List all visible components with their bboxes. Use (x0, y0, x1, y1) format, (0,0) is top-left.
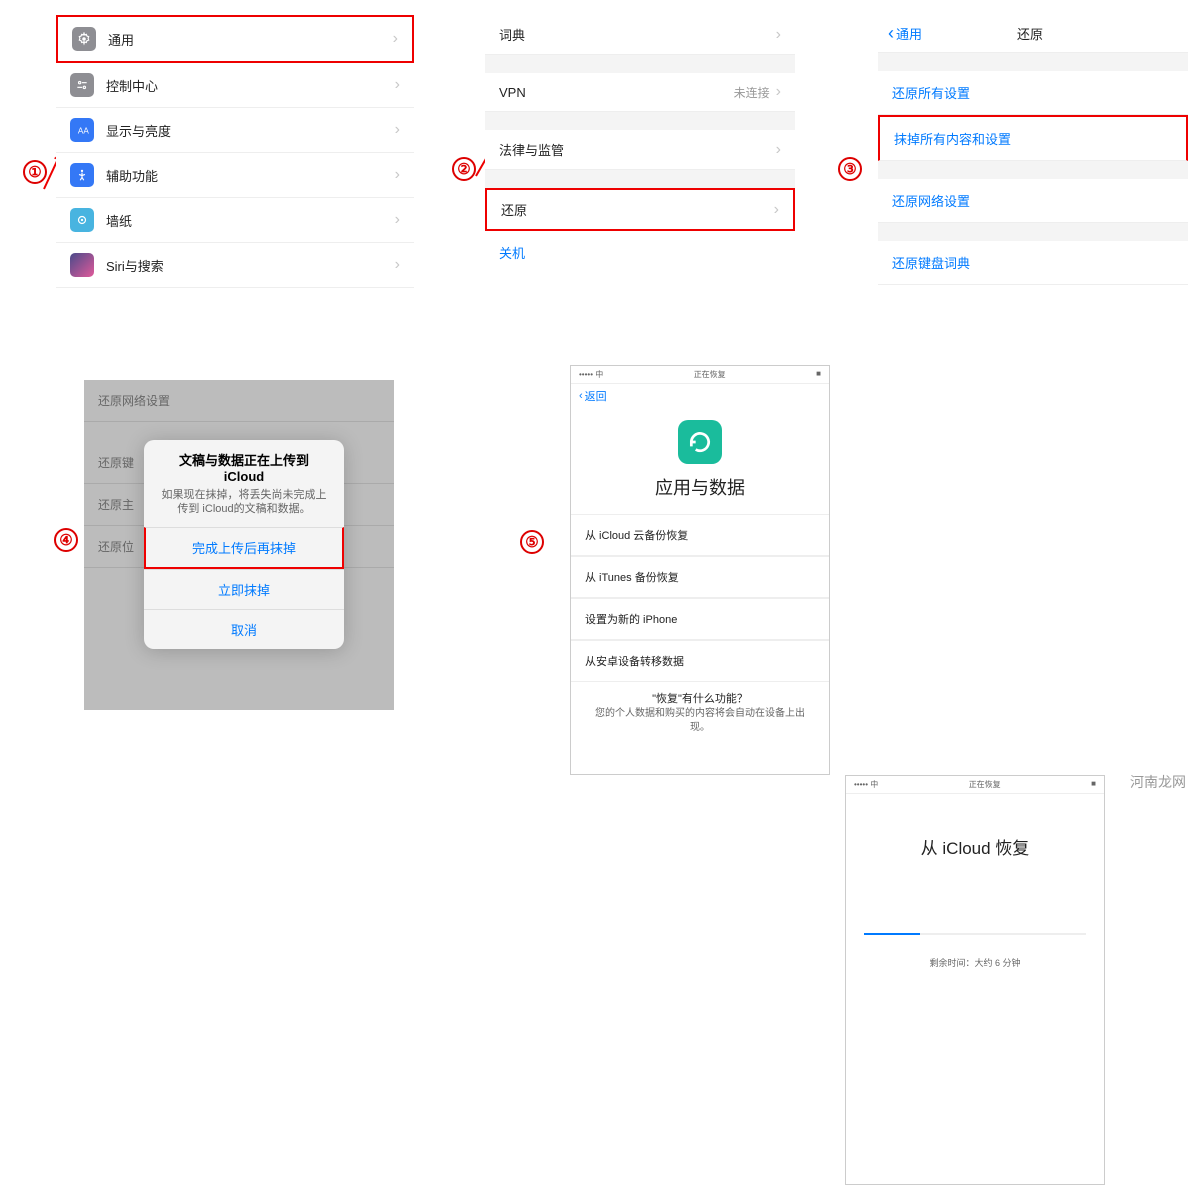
dialog-panel-4: 还原网络设置 还原键 还原主 还原位 文稿与数据正在上传到 iCloud 如果现… (84, 380, 394, 710)
siri-icon (70, 253, 94, 277)
carrier-label: ••••• 中 (854, 779, 878, 790)
erase-all-content[interactable]: 抹掉所有内容和设置 (878, 115, 1188, 161)
brightness-icon: AA (70, 118, 94, 142)
switches-icon (70, 73, 94, 97)
gear-icon (72, 27, 96, 51)
status-bar: ••••• 中 正在恢复 ■ (846, 776, 1104, 794)
settings-panel-2: 词典 › VPN 未连接 › 法律与监管 › 还原 › 关机 (485, 15, 795, 274)
row-label: 显示与亮度 (106, 121, 395, 140)
restore-itunes-option[interactable]: 从 iTunes 备份恢复 (571, 556, 829, 598)
erase-now-button[interactable]: 立即抹掉 (144, 569, 344, 609)
carrier-label: ••••• 中 (579, 369, 603, 380)
battery-icon: ■ (816, 369, 821, 380)
battery-icon: ■ (1091, 779, 1096, 790)
back-button[interactable]: ‹ 返回 (571, 384, 829, 408)
row-label: 控制中心 (106, 76, 395, 95)
wallpaper-icon (70, 208, 94, 232)
bg-row: 还原网络设置 (84, 380, 394, 422)
nav-title: 还原 (882, 24, 1178, 43)
step-badge-4: ④ (54, 528, 78, 552)
chevron-right-icon: › (395, 76, 400, 94)
settings-panel-3: ‹ 通用 还原 还原所有设置 抹掉所有内容和设置 还原网络设置 还原键盘词典 (878, 15, 1188, 285)
chevron-right-icon: › (776, 83, 781, 101)
dialog-body: 如果现在抹掉，将丢失尚未完成上传到 iCloud的文稿和数据。 (144, 486, 344, 527)
chevron-right-icon: › (776, 141, 781, 159)
row-siri[interactable]: Siri与搜索 › (56, 243, 414, 288)
status-bar: ••••• 中 正在恢复 ■ (571, 366, 829, 384)
remaining-text: 剩余时间：大约 6 分钟 (846, 947, 1104, 980)
page-title: 从 iCloud 恢复 (846, 794, 1104, 873)
reset-keyboard[interactable]: 还原键盘词典 (878, 241, 1188, 285)
status-label: 正在恢复 (969, 779, 1001, 790)
app-data-icon (678, 420, 722, 464)
chevron-right-icon: › (395, 121, 400, 139)
step-badge-1: ① (23, 160, 47, 184)
step-badge-2: ② (452, 157, 476, 181)
section-gap (878, 223, 1188, 241)
section-gap (878, 53, 1188, 71)
finish-upload-button[interactable]: 完成上传后再抹掉 (144, 527, 344, 569)
footer-question: "恢复"有什么功能？ (591, 692, 809, 707)
page-title: 应用与数据 (571, 470, 829, 514)
step-badge-3: ③ (838, 157, 862, 181)
row-accessibility[interactable]: 辅助功能 › (56, 153, 414, 198)
row-label: 墙纸 (106, 211, 395, 230)
section-gap (485, 170, 795, 188)
status-label: 正在恢复 (694, 369, 726, 380)
row-label: 还原 (501, 200, 774, 219)
nav-header: ‹ 通用 还原 (878, 15, 1188, 53)
watermark: 河南龙网 (1130, 772, 1186, 792)
row-legal[interactable]: 法律与监管 › (485, 130, 795, 170)
progress-bar (864, 933, 1086, 935)
row-vpn[interactable]: VPN 未连接 › (485, 73, 795, 112)
chevron-right-icon: › (774, 201, 779, 219)
icloud-upload-dialog: 文稿与数据正在上传到 iCloud 如果现在抹掉，将丢失尚未完成上传到 iClo… (144, 440, 344, 649)
setup-new-option[interactable]: 设置为新的 iPhone (571, 598, 829, 640)
chevron-right-icon: › (395, 166, 400, 184)
svg-text:AA: AA (78, 127, 89, 136)
footer-desc: 您的个人数据和购买的内容将会自动在设备上出现。 (591, 707, 809, 735)
accessibility-icon (70, 163, 94, 187)
row-label: 关机 (499, 246, 525, 261)
phone-panel-5a: ••••• 中 正在恢复 ■ ‹ 返回 应用与数据 从 iCloud 云备份恢复… (570, 365, 830, 775)
section-gap (878, 161, 1188, 179)
row-label: Siri与搜索 (106, 256, 395, 275)
row-general[interactable]: 通用 › (56, 15, 414, 63)
chevron-right-icon: › (393, 30, 398, 48)
row-label: 辅助功能 (106, 166, 395, 185)
step-badge-5: ⑤ (520, 530, 544, 554)
row-label: 法律与监管 (499, 140, 776, 159)
row-value: 未连接 (734, 84, 770, 101)
row-display[interactable]: AA 显示与亮度 › (56, 108, 414, 153)
phone-panel-5b: ••••• 中 正在恢复 ■ 从 iCloud 恢复 剩余时间：大约 6 分钟 (845, 775, 1105, 1185)
row-label: 词典 (499, 25, 776, 44)
chevron-right-icon: › (776, 26, 781, 44)
row-reset[interactable]: 还原 › (485, 188, 795, 231)
row-label: 通用 (108, 30, 393, 49)
row-dictionary[interactable]: 词典 › (485, 15, 795, 55)
restore-icloud-option[interactable]: 从 iCloud 云备份恢复 (571, 514, 829, 556)
chevron-right-icon: › (395, 256, 400, 274)
footer-text: "恢复"有什么功能？ 您的个人数据和购买的内容将会自动在设备上出现。 (571, 682, 829, 745)
row-wallpaper[interactable]: 墙纸 › (56, 198, 414, 243)
chevron-left-icon: ‹ (579, 390, 583, 402)
settings-panel-1: 通用 › 控制中心 › AA 显示与亮度 › 辅助功能 › 墙纸 › Siri与… (56, 15, 414, 288)
section-gap (485, 55, 795, 73)
cancel-button[interactable]: 取消 (144, 609, 344, 649)
reset-all-settings[interactable]: 还原所有设置 (878, 71, 1188, 115)
dialog-title: 文稿与数据正在上传到 iCloud (144, 440, 344, 486)
section-gap (485, 112, 795, 130)
move-android-option[interactable]: 从安卓设备转移数据 (571, 640, 829, 682)
back-label: 返回 (585, 388, 607, 404)
row-shutdown[interactable]: 关机 (485, 231, 795, 274)
chevron-right-icon: › (395, 211, 400, 229)
reset-network[interactable]: 还原网络设置 (878, 179, 1188, 223)
row-control-center[interactable]: 控制中心 › (56, 63, 414, 108)
row-label: VPN (499, 85, 734, 100)
